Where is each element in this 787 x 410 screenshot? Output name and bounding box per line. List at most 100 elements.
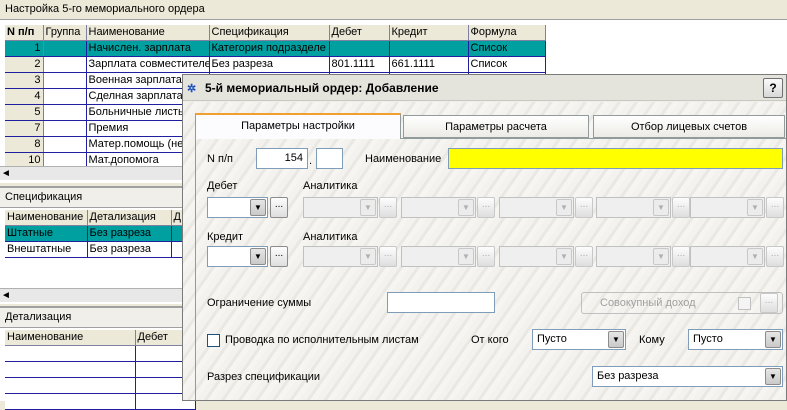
col-header-formula[interactable]: Формула xyxy=(468,25,546,41)
spec-col-detail[interactable]: Детализация xyxy=(87,210,172,226)
np-suffix-field[interactable] xyxy=(316,148,343,169)
to-select[interactable]: Пусто ▼ xyxy=(688,329,783,350)
cell-name: Штатные xyxy=(5,225,88,242)
cell-formula: Список xyxy=(468,56,546,73)
spec-panel-title: Спецификация xyxy=(0,188,182,208)
col-header-group[interactable]: Группа xyxy=(43,25,87,41)
cell-credit: 661.1111 xyxy=(389,56,469,73)
col-header-credit[interactable]: Кредит xyxy=(389,25,469,41)
credit-analytics-label: Аналитика xyxy=(303,231,358,243)
scroll-left-icon[interactable]: ◄ xyxy=(0,289,12,302)
debit-label: Дебет xyxy=(207,180,238,192)
credit-analytic-3: ▼ xyxy=(499,246,574,267)
name-field[interactable] xyxy=(448,148,783,169)
cell-n: 4 xyxy=(5,88,44,105)
name-label: Наименование xyxy=(365,153,442,165)
table-row[interactable] xyxy=(5,361,196,378)
chevron-down-icon: ▼ xyxy=(556,199,572,216)
cell-group xyxy=(43,56,87,73)
table-row[interactable]: Внештатные Без разреза xyxy=(5,241,196,258)
debit-browse-button[interactable]: ... xyxy=(270,197,288,218)
cell-empty xyxy=(5,393,136,410)
table-row[interactable]: 1 Начислен. зарплата Категория подразделе С… xyxy=(5,40,546,57)
help-button[interactable]: ? xyxy=(763,78,783,98)
combined-income-group: Совокупный доход ... xyxy=(581,292,783,314)
credit-analytic-3-browse: ... xyxy=(575,246,593,267)
credit-analytic-4-browse: ... xyxy=(672,246,690,267)
cell-debit: 801.1111 xyxy=(329,56,390,73)
np-separator: . xyxy=(309,155,313,167)
chevron-down-icon: ▼ xyxy=(653,199,669,216)
tab-accounts[interactable]: Отбор лицевых счетов xyxy=(593,115,785,138)
chevron-down-icon: ▼ xyxy=(747,199,763,216)
spec-hscrollbar[interactable]: ◄ xyxy=(0,288,182,302)
tab-calc[interactable]: Параметры расчета xyxy=(403,115,589,138)
chevron-down-icon[interactable]: ▼ xyxy=(765,368,781,385)
add-dialog: ✲ 5-й мемориальный ордер: Добавление ? П… xyxy=(182,74,787,401)
from-select[interactable]: Пусто ▼ xyxy=(532,329,626,350)
spec-cut-select[interactable]: Без разреза ▼ xyxy=(592,366,783,387)
limit-field[interactable] xyxy=(387,292,495,313)
cell-debit xyxy=(329,40,390,57)
cell-group xyxy=(43,120,87,137)
cell-spec: Без разреза xyxy=(209,56,330,73)
credit-analytic-2: ▼ xyxy=(401,246,476,267)
table-row[interactable]: Штатные Без разреза xyxy=(5,225,196,242)
tab-settings[interactable]: Параметры настройки xyxy=(195,113,401,139)
debit-analytic-4: ▼ xyxy=(596,197,671,218)
col-header-debit[interactable]: Дебет xyxy=(329,25,390,41)
to-label: Кому xyxy=(639,334,665,346)
debit-analytic-1-browse: ... xyxy=(379,197,397,218)
credit-browse-button[interactable]: ... xyxy=(270,246,288,267)
table-row[interactable] xyxy=(5,345,196,362)
chevron-down-icon: ▼ xyxy=(556,248,572,265)
np-label: N п/п xyxy=(207,153,233,165)
debit-select[interactable]: ▼ xyxy=(207,197,268,218)
exec-list-label: Проводка по исполнительным листам xyxy=(225,334,419,346)
app-icon: ✲ xyxy=(187,83,197,95)
np-field[interactable]: 154 xyxy=(256,148,308,169)
spec-cut-label: Разрез спецификации xyxy=(207,371,321,383)
detail-table[interactable]: Наименование Дебет xyxy=(5,330,196,410)
dialog-title: 5-й мемориальный ордер: Добавление xyxy=(205,81,439,95)
spec-col-name[interactable]: Наименование xyxy=(5,210,88,226)
table-row[interactable] xyxy=(5,393,196,410)
chevron-down-icon: ▼ xyxy=(360,199,376,216)
cell-name: Зарплата совместителе xyxy=(86,56,210,73)
spec-panel: Спецификация Наименование Детализация Д … xyxy=(0,186,196,304)
cell-empty xyxy=(5,361,136,378)
chevron-down-icon[interactable]: ▼ xyxy=(250,248,266,265)
table-row[interactable] xyxy=(5,377,196,394)
debit-analytic-5: ▼ xyxy=(690,197,765,218)
debit-analytic-5-browse: ... xyxy=(766,197,784,218)
cell-formula: Список xyxy=(468,40,546,57)
scroll-left-icon[interactable]: ◄ xyxy=(0,167,12,180)
chevron-down-icon[interactable]: ▼ xyxy=(608,331,624,348)
credit-analytic-1-browse: ... xyxy=(379,246,397,267)
debit-analytic-3: ▼ xyxy=(499,197,574,218)
chevron-down-icon: ▼ xyxy=(458,248,474,265)
dialog-titlebar[interactable]: ✲ 5-й мемориальный ордер: Добавление ? xyxy=(183,75,786,101)
tab-panel xyxy=(195,138,786,400)
cell-name: Внештатные xyxy=(5,241,88,258)
to-select-value: Пусто xyxy=(693,333,723,345)
spec-table[interactable]: Наименование Детализация Д Штатные Без ра… xyxy=(5,210,196,258)
col-header-name[interactable]: Наименование xyxy=(86,25,210,41)
credit-analytic-1: ▼ xyxy=(303,246,378,267)
chevron-down-icon[interactable]: ▼ xyxy=(765,331,781,348)
debit-analytic-2-browse: ... xyxy=(477,197,495,218)
cell-n: 2 xyxy=(5,56,44,73)
credit-select[interactable]: ▼ xyxy=(207,246,268,267)
chevron-down-icon[interactable]: ▼ xyxy=(250,199,266,216)
credit-analytic-2-browse: ... xyxy=(477,246,495,267)
combined-income-checkbox xyxy=(738,297,751,310)
col-header-n[interactable]: N п/п xyxy=(5,25,44,41)
exec-list-checkbox[interactable] xyxy=(207,334,220,347)
col-header-spec[interactable]: Спецификация xyxy=(209,25,330,41)
cell-n: 1 xyxy=(5,40,44,57)
cell-group xyxy=(43,136,87,153)
credit-analytic-5: ▼ xyxy=(690,246,765,267)
detail-col-name[interactable]: Наименование xyxy=(5,330,136,346)
table-row[interactable]: 2 Зарплата совместителе Без разреза 801.111… xyxy=(5,56,546,73)
main-hscrollbar[interactable]: ◄ xyxy=(0,166,182,180)
